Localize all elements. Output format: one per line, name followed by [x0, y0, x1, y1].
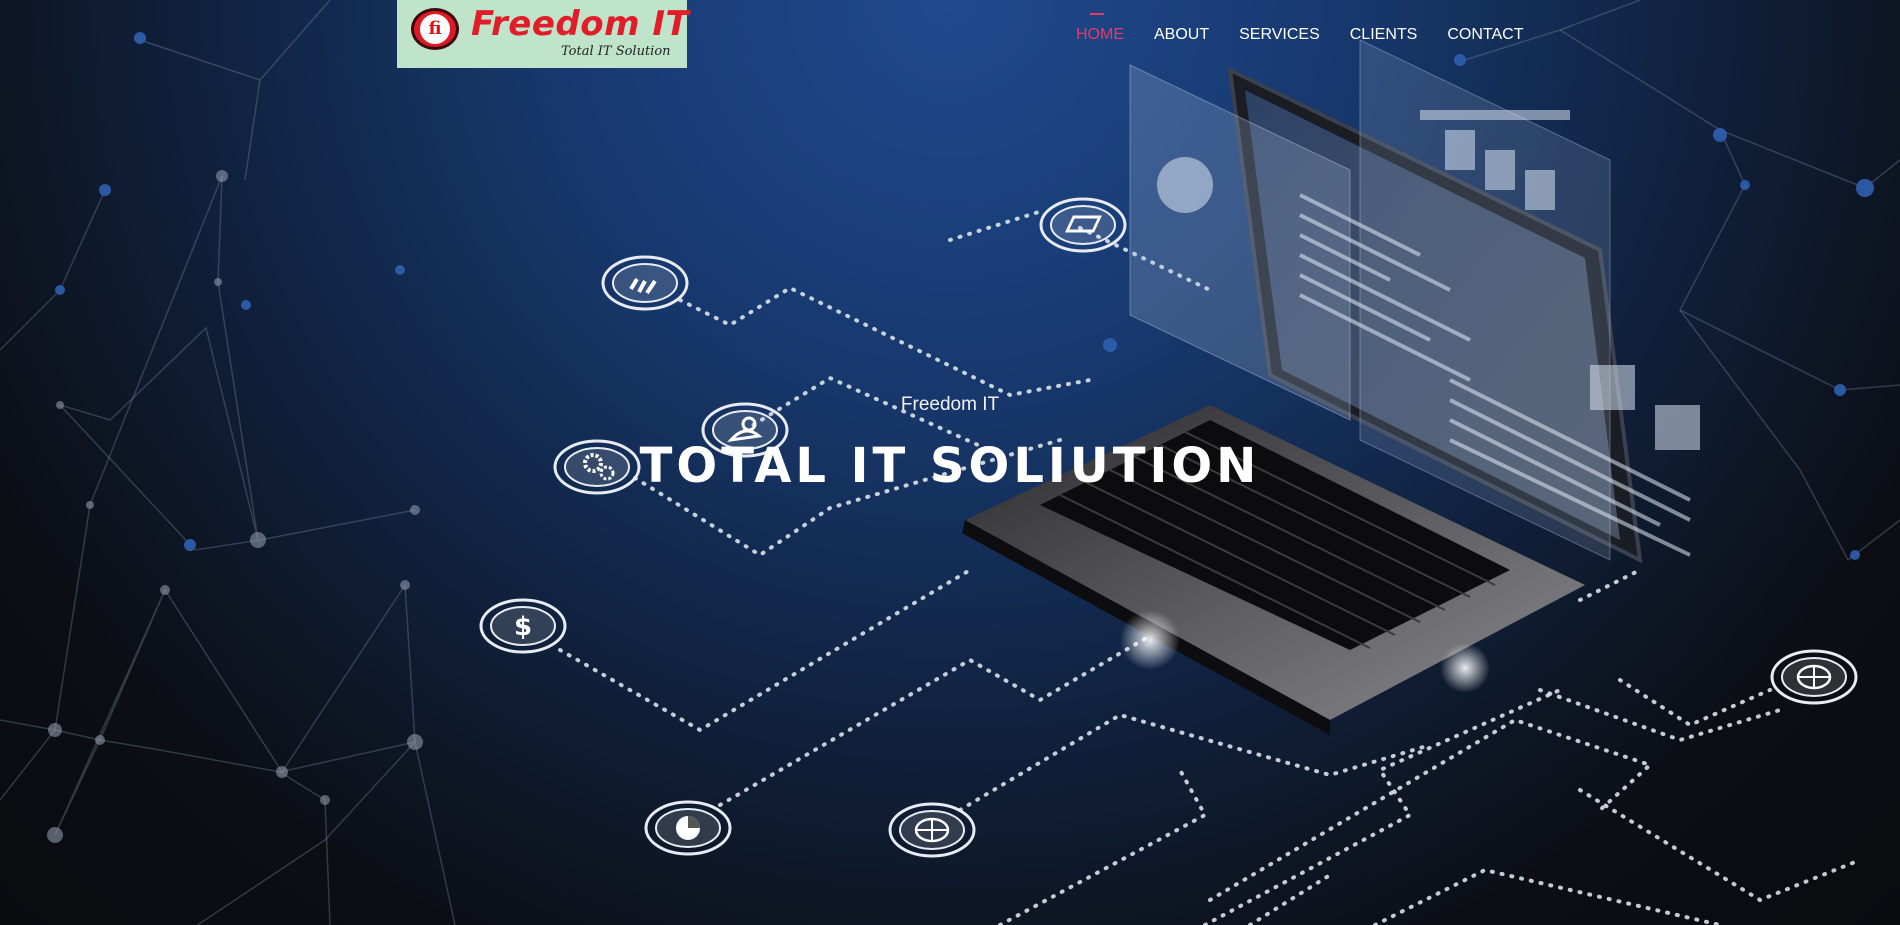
globe-icon-right	[1770, 649, 1858, 705]
logo-tagline: Total IT Solution	[561, 44, 671, 59]
svg-text:$: $	[514, 612, 532, 642]
bar-chart-icon	[601, 255, 689, 311]
nav-item-services[interactable]: SERVICES	[1239, 24, 1320, 46]
monitor-icon	[1039, 197, 1127, 253]
globe-icon	[888, 802, 976, 858]
logo-name: Freedom IT	[471, 4, 690, 44]
dollar-icon: $	[479, 598, 567, 654]
site-header: fi Freedom IT Total IT Solution HOME ABO…	[0, 0, 1900, 70]
main-nav: HOME ABOUT SERVICES CLIENTS CONTACT	[1076, 13, 1523, 46]
hero-title: TOTAL IT SOLIUTION	[639, 438, 1261, 494]
hero-section: $ fi Freedom IT Total IT Solution HOME A…	[0, 0, 1900, 925]
laptop-illustration	[962, 39, 1700, 735]
nav-item-contact[interactable]: CONTACT	[1447, 24, 1523, 46]
logo-mark-icon: fi	[411, 8, 459, 50]
nav-item-home[interactable]: HOME	[1076, 13, 1124, 46]
nav-item-about[interactable]: ABOUT	[1154, 24, 1209, 46]
nav-item-clients[interactable]: CLIENTS	[1350, 24, 1418, 46]
brand-logo[interactable]: fi Freedom IT Total IT Solution	[397, 0, 690, 68]
network-nodes	[47, 170, 423, 843]
pie-chart-icon	[644, 800, 732, 856]
logo-mark-text: fi	[420, 14, 450, 44]
hero-subtitle: Freedom IT	[900, 394, 1000, 415]
